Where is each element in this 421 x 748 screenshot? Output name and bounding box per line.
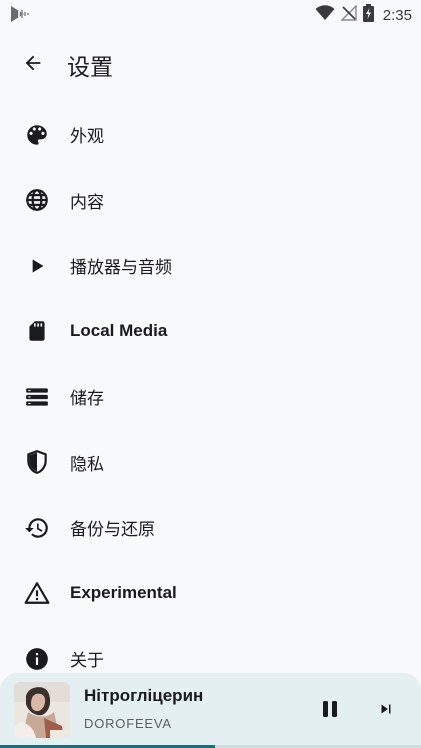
app-notification-icon bbox=[10, 5, 32, 23]
mini-player[interactable]: Нітрогліцерин DOROFEEVA bbox=[0, 673, 421, 748]
settings-item-label: 储存 bbox=[70, 389, 104, 410]
palette-icon bbox=[24, 122, 50, 148]
settings-item-label: 关于 bbox=[70, 651, 104, 672]
battery-charging-icon bbox=[362, 4, 374, 26]
no-signal-icon bbox=[340, 4, 357, 25]
settings-item-appearance[interactable]: 外观 bbox=[0, 102, 421, 168]
settings-item-storage[interactable]: 储存 bbox=[0, 364, 421, 430]
settings-item-local-media[interactable]: Local Media bbox=[0, 299, 421, 365]
app-bar: 设置 bbox=[0, 36, 421, 94]
track-title: Нітрогліцерин bbox=[84, 686, 204, 705]
warning-icon bbox=[24, 580, 50, 606]
globe-icon bbox=[24, 187, 50, 213]
play-icon bbox=[24, 253, 50, 279]
settings-item-content[interactable]: 内容 bbox=[0, 168, 421, 234]
skip-next-icon bbox=[377, 700, 395, 722]
settings-item-label: 隐私 bbox=[70, 454, 104, 475]
skip-next-button[interactable] bbox=[370, 695, 402, 727]
settings-item-experimental[interactable]: Experimental bbox=[0, 561, 421, 627]
pause-icon bbox=[321, 700, 339, 722]
settings-item-label: 备份与还原 bbox=[70, 520, 155, 541]
settings-item-player-audio[interactable]: 播放器与音频 bbox=[0, 233, 421, 299]
settings-item-label: Experimental bbox=[70, 583, 177, 603]
shield-icon bbox=[24, 449, 50, 475]
album-art[interactable] bbox=[14, 682, 70, 738]
settings-item-label: Local Media bbox=[70, 321, 168, 341]
restore-icon bbox=[24, 515, 50, 541]
status-time: 2:35 bbox=[382, 6, 412, 24]
arrow-back-icon bbox=[22, 52, 44, 78]
back-button[interactable] bbox=[9, 41, 57, 89]
wifi-icon bbox=[315, 5, 335, 25]
settings-list: 外观 内容 播放器与音频 Local Media 储存 隐私 备份与还原 Exp… bbox=[0, 102, 421, 692]
settings-item-privacy[interactable]: 隐私 bbox=[0, 430, 421, 496]
page-title: 设置 bbox=[67, 55, 113, 81]
info-icon bbox=[24, 646, 50, 672]
settings-item-label: 内容 bbox=[70, 192, 104, 213]
status-bar: 2:35 bbox=[0, 0, 421, 30]
settings-item-backup-restore[interactable]: 备份与还原 bbox=[0, 495, 421, 561]
pause-button[interactable] bbox=[314, 695, 346, 727]
settings-item-label: 播放器与音频 bbox=[70, 258, 172, 279]
sd-card-icon bbox=[24, 318, 50, 344]
settings-item-label: 外观 bbox=[70, 127, 104, 148]
storage-icon bbox=[24, 384, 50, 410]
track-artist: DOROFEEVA bbox=[84, 716, 172, 731]
